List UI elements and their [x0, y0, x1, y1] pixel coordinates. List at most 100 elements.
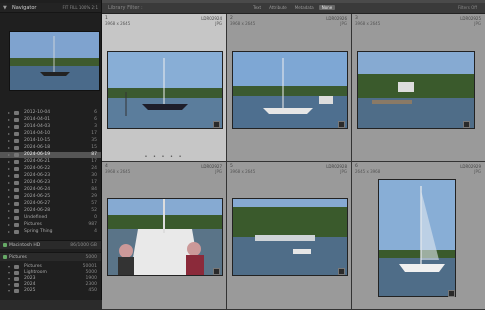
folder-row[interactable]: ▸ Undefined 0 [0, 215, 101, 221]
photo-thumbnail[interactable] [357, 51, 475, 129]
folder-icon [14, 195, 19, 199]
folder-row[interactable]: ▸ 2024-06-21 17 [0, 159, 101, 165]
filter-preset[interactable]: Filters Off [458, 5, 477, 10]
photo-thumbnail[interactable] [378, 179, 456, 297]
filter-tabs: Text Attribute Metadata None [250, 5, 337, 11]
disclosure-triangle-icon[interactable]: ▸ [8, 208, 10, 213]
disclosure-triangle-icon[interactable]: ▾ [8, 282, 10, 287]
photo-thumbnail[interactable] [107, 198, 223, 276]
disclosure-triangle-icon[interactable]: ▸ [8, 173, 10, 178]
folder-row[interactable]: ▸ 2024-06-23 17 [0, 180, 101, 186]
filter-tab[interactable]: None [318, 5, 336, 10]
folder-label: Spring Thing [24, 229, 53, 234]
grid-cell[interactable]: 2 LDR02926 3968 x 2645 JPG [227, 14, 352, 162]
folder-row[interactable]: ▸ 2014-04-03 3 [0, 124, 101, 130]
navigator-preview-image [10, 32, 99, 90]
volume-indicator-icon [3, 243, 7, 247]
folder-row[interactable]: ▸ 2024-06-27 57 [0, 201, 101, 207]
disclosure-triangle-icon[interactable]: ▾ [8, 288, 10, 293]
folder-count: 15 [91, 145, 97, 150]
folder-row[interactable]: ▸ 2024-06-24 84 [0, 187, 101, 193]
disclosure-triangle-icon[interactable]: ▾ [8, 270, 10, 275]
grid-cell[interactable]: 4 LDR02927 3968 x 2645 JPG [102, 162, 227, 310]
library-filter-label: Library Filter : [108, 5, 143, 11]
folder-label: 2024 [24, 282, 36, 287]
grid-cell[interactable]: 5 LDR02928 3968 x 2645 JPG [227, 162, 352, 310]
navigator-preview[interactable] [9, 31, 100, 91]
photo-thumbnail[interactable] [107, 51, 223, 129]
disclosure-triangle-icon[interactable]: ▸ [8, 229, 10, 234]
folder-count: 0 [94, 215, 97, 220]
navigator-header[interactable]: ▼ Navigator FIT FILL 100% 2:1 [0, 3, 101, 13]
disclosure-triangle-icon[interactable]: ▸ [8, 152, 10, 157]
disclosure-triangle-icon[interactable]: ▸ [8, 110, 10, 115]
disclosure-triangle-icon[interactable]: ▸ [8, 201, 10, 206]
folder-label: 2014-04-03 [24, 124, 51, 129]
folder-count: 6 [94, 117, 97, 122]
filter-tab[interactable]: Attribute [266, 5, 290, 10]
filter-tab[interactable]: Text [250, 5, 264, 10]
disclosure-triangle-icon[interactable]: ▸ [8, 222, 10, 227]
folder-row[interactable]: ▸ 2014-04-01 6 [0, 117, 101, 123]
folder-row[interactable]: ▸ 2024-06-18 15 [0, 145, 101, 151]
folder-row[interactable]: ▸ 2014-10-15 35 [0, 138, 101, 144]
photo-thumbnail[interactable] [232, 198, 348, 276]
folder-label: Undefined [24, 215, 48, 220]
folder-label: 2024-06-27 [24, 201, 51, 206]
disclosure-triangle-icon[interactable]: ▸ [8, 180, 10, 185]
folder-count: 52 [91, 208, 97, 213]
cell-rating-dots[interactable]: • • • • • [102, 154, 226, 160]
filter-tab[interactable]: Metadata [292, 5, 317, 10]
disclosure-triangle-icon[interactable]: ▾ [8, 276, 10, 281]
cell-extension: JPG [215, 169, 222, 174]
thumbnail-grid: 1 LDR02924 3968 x 2645 JPG • • • • • 2 L… [102, 14, 485, 310]
grid-cell[interactable]: 3 LDR02925 3968 x 2645 JPG [352, 14, 485, 162]
disclosure-triangle-icon[interactable]: ▸ [8, 138, 10, 143]
collapse-triangle-icon[interactable]: ▼ [3, 5, 7, 11]
disclosure-triangle-icon[interactable]: ▸ [8, 166, 10, 171]
folder-icon [14, 132, 19, 136]
folder-icon [14, 125, 19, 129]
cell-dimensions: 3968 x 2645 [105, 169, 131, 174]
disclosure-triangle-icon[interactable]: ▸ [8, 215, 10, 220]
library-grid-view: Library Filter : Text Attribute Metadata No… [102, 0, 485, 310]
folder-row[interactable]: ▸ Pictures 987 [0, 222, 101, 228]
cell-extension: JPG [215, 21, 222, 26]
disclosure-triangle-icon[interactable]: ▸ [8, 145, 10, 150]
library-filter-bar: Library Filter : Text Attribute Metadata No… [102, 3, 485, 14]
folder-row[interactable]: ▸ 2024-06-28 52 [0, 208, 101, 214]
cell-extension: JPG [340, 21, 347, 26]
subfolder-row[interactable]: ▾ 2025 450 [0, 288, 101, 294]
folder-label: Pictures [24, 264, 42, 269]
disclosure-triangle-icon[interactable]: ▾ [8, 264, 10, 269]
disclosure-triangle-icon[interactable]: ▸ [8, 124, 10, 129]
disclosure-triangle-icon[interactable]: ▸ [8, 131, 10, 136]
photo-thumbnail[interactable] [232, 51, 348, 129]
folder-row[interactable]: ▸ 2024-06-25 29 [0, 194, 101, 200]
folder-icon [14, 160, 19, 164]
disclosure-triangle-icon[interactable]: ▸ [8, 187, 10, 192]
navigator-zoom-options[interactable]: FIT FILL 100% 2:1 [62, 5, 98, 10]
folder-row[interactable]: ▸ 2024-06-22 24 [0, 166, 101, 172]
edit-badge-icon [338, 268, 345, 275]
grid-cell[interactable]: 1 LDR02924 3968 x 2645 JPG • • • • • [102, 14, 227, 162]
folder-icon [14, 271, 19, 275]
disclosure-triangle-icon[interactable]: ▸ [8, 194, 10, 199]
folder-row[interactable]: ▸ 2014-04-10 17 [0, 131, 101, 137]
volume-indicator-icon [3, 255, 7, 259]
folder-count: 17 [91, 159, 97, 164]
volume-row[interactable]: Pictures 5000 [0, 252, 101, 261]
folder-row[interactable]: ▸ 2024-06-19 87 [0, 152, 101, 158]
cell-dimensions: 2645 x 3968 [355, 169, 381, 174]
folder-row[interactable]: ▸ 2024-06-23 30 [0, 173, 101, 179]
grid-cell[interactable]: 6 LDR02929 2645 x 3968 JPG [352, 162, 485, 310]
folder-row[interactable]: ▸ Spring Thing 4 [0, 229, 101, 235]
folder-row[interactable]: ▸ 2012-10-04 6 [0, 110, 101, 116]
volume-row[interactable]: Macintosh HD 86/1000 GB [0, 240, 101, 249]
folder-label: 2012-10-04 [24, 110, 51, 115]
folder-icon [14, 153, 19, 157]
disclosure-triangle-icon[interactable]: ▸ [8, 117, 10, 122]
edit-badge-icon [463, 121, 470, 128]
folder-label: 2023 [24, 276, 36, 281]
disclosure-triangle-icon[interactable]: ▸ [8, 159, 10, 164]
